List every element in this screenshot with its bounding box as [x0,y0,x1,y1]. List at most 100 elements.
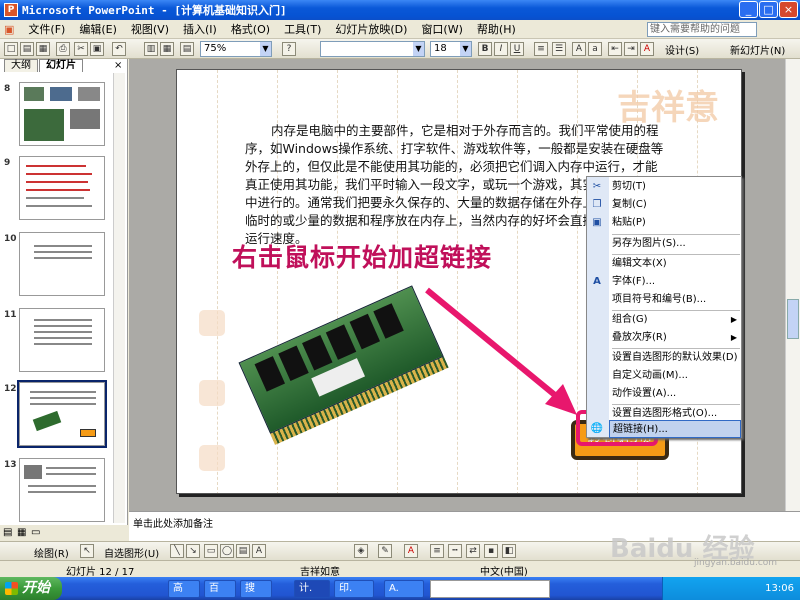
undo-icon[interactable]: ↶ [112,42,126,56]
slide-thumbnail-8[interactable] [19,82,105,146]
minimize-button[interactable]: _ [739,1,758,18]
scroll-thumb[interactable] [787,299,799,339]
tab-outline[interactable]: 大纲 [4,59,38,72]
align-icon[interactable]: ≡ [534,42,548,56]
cut-icon[interactable]: ✂ [74,42,88,56]
doc-icon[interactable]: ▣ [0,23,21,36]
zoom-select[interactable]: 75% ▼ [200,41,272,57]
normal-view-icon[interactable]: ▤ [3,527,12,538]
line-color-icon[interactable]: ✎ [378,544,392,558]
menu-item-bullets[interactable]: 项目符号和编号(B)... [609,291,741,309]
close-button[interactable]: × [779,1,798,18]
underline-icon[interactable]: U [510,42,524,56]
thumbnail-scrollbar[interactable] [113,73,125,523]
italic-icon[interactable]: I [494,42,508,56]
list-icon[interactable]: ☰ [552,42,566,56]
slide-thumbnail-9[interactable] [19,156,105,220]
slide-scrollbar[interactable] [785,59,800,525]
fill-color-icon[interactable]: ◈ [354,544,368,558]
table-icon[interactable]: ▦ [160,42,174,56]
arrow-icon[interactable]: ↘ [186,544,200,558]
menu-slideshow[interactable]: 幻灯片放映(D) [328,21,414,37]
open-icon[interactable]: ▤ [20,42,34,56]
sorter-view-icon[interactable]: ▦ [17,527,26,538]
start-button[interactable]: 开始 [0,577,62,600]
bold-icon[interactable]: B [478,42,492,56]
outdent-icon[interactable]: ⇥ [624,42,638,56]
taskbar-app-powerpoint[interactable]: 计. [294,580,330,598]
taskbar-app[interactable]: 百 [204,580,236,598]
font-select[interactable]: ▼ [320,41,425,57]
menu-item-save-as-picture[interactable]: 另存为图片(S)... [609,235,741,253]
taskbar-app[interactable]: 印. [334,580,374,598]
print-icon[interactable]: ⎙ [56,42,70,56]
new-slide-label: 新幻灯片(N) [730,46,786,57]
line-style-icon[interactable]: ≡ [430,544,444,558]
help-icon[interactable]: ? [282,42,296,56]
3d-icon[interactable]: ◧ [502,544,516,558]
rectangle-icon[interactable]: ▭ [204,544,218,558]
shrink-font-icon[interactable]: a [588,42,602,56]
slide-thumbnail-12[interactable] [17,380,107,448]
thumb-number: 10 [4,234,17,244]
menu-insert[interactable]: 插入(I) [176,21,224,37]
autoshapes-menu-button[interactable]: 自选图形(U) [104,545,159,560]
font-color-icon[interactable]: A [640,42,654,56]
slide-thumbnail-11[interactable] [19,308,105,372]
menu-file[interactable]: 文件(F) [21,21,72,37]
wordart-icon[interactable]: A [252,544,266,558]
arrow-style-icon[interactable]: ⇄ [466,544,480,558]
menu-format[interactable]: 格式(O) [224,21,277,37]
slide-thumbnail-13[interactable] [19,458,105,522]
taskbar-app[interactable]: 高 [168,580,200,598]
oval-icon[interactable]: ◯ [220,544,234,558]
menu-window[interactable]: 窗口(W) [414,21,469,37]
chart-icon[interactable]: ▥ [144,42,158,56]
new-icon[interactable]: □ [4,42,18,56]
textbox-icon[interactable]: ▤ [236,544,250,558]
close-pane-icon[interactable]: × [114,60,122,71]
dash-style-icon[interactable]: ┅ [448,544,462,558]
menu-edit[interactable]: 编辑(E) [72,21,124,37]
slideshow-view-icon[interactable]: ▭ [31,527,40,538]
menu-item-custom-animation[interactable]: 自定义动画(M)... [609,367,741,385]
menu-help[interactable]: 帮助(H) [470,21,523,37]
menu-item-font[interactable]: 字体(F)... [609,273,741,291]
grow-font-icon[interactable]: A [572,42,586,56]
notes-placeholder: 单击此处添加备注 [133,519,213,530]
menu-item-hyperlink[interactable]: 超链接(H)... [609,420,741,438]
text-color-icon[interactable]: A [404,544,418,558]
save-icon[interactable]: ▦ [36,42,50,56]
tab-slides[interactable]: 幻灯片 [39,59,83,72]
menu-item-action-settings[interactable]: 动作设置(A)... [609,385,741,403]
maximize-button[interactable]: □ [759,1,778,18]
font-size-select[interactable]: 18 ▼ [430,41,472,57]
decor-stamp [199,310,225,336]
menu-item-default-effect[interactable]: 设置自选图形的默认效果(D) [609,349,741,367]
menu-item-cut[interactable]: 剪切(T) [609,178,741,196]
menu-item-copy[interactable]: 复制(C) [609,196,741,214]
line-icon[interactable]: ╲ [170,544,184,558]
draw-menu-button[interactable]: 绘图(R) [34,545,69,560]
shadow-icon[interactable]: ▪ [484,544,498,558]
paste-icon[interactable]: ▣ [90,42,104,56]
menu-view[interactable]: 视图(V) [124,21,176,37]
indent-icon[interactable]: ⇤ [608,42,622,56]
system-tray: 13:06 [662,577,800,600]
menu-item-edit-text[interactable]: 编辑文本(X) [609,255,741,273]
menu-tools[interactable]: 工具(T) [277,21,328,37]
taskbar-app[interactable]: A. [384,580,424,598]
address-toolbar[interactable] [430,580,550,598]
menu-item-paste[interactable]: 粘贴(P) [609,214,741,232]
new-slide-button[interactable]: 新幻灯片(N) [730,42,785,57]
slide-thumbnail-10[interactable] [19,232,105,296]
menu-item-order[interactable]: 叠放次序(R) ▶ [609,329,741,347]
menu-item-group[interactable]: 组合(G) ▶ [609,311,741,329]
thumb-image [50,87,72,101]
slide-counter: 幻灯片 12 / 17 [66,567,135,578]
design-button[interactable]: 设计(S) [665,42,699,57]
select-pointer-icon[interactable]: ↖ [80,544,94,558]
help-search-input[interactable]: 键入需要帮助的问题 [647,22,757,37]
grid-icon[interactable]: ▤ [180,42,194,56]
taskbar-app[interactable]: 搜 [240,580,272,598]
